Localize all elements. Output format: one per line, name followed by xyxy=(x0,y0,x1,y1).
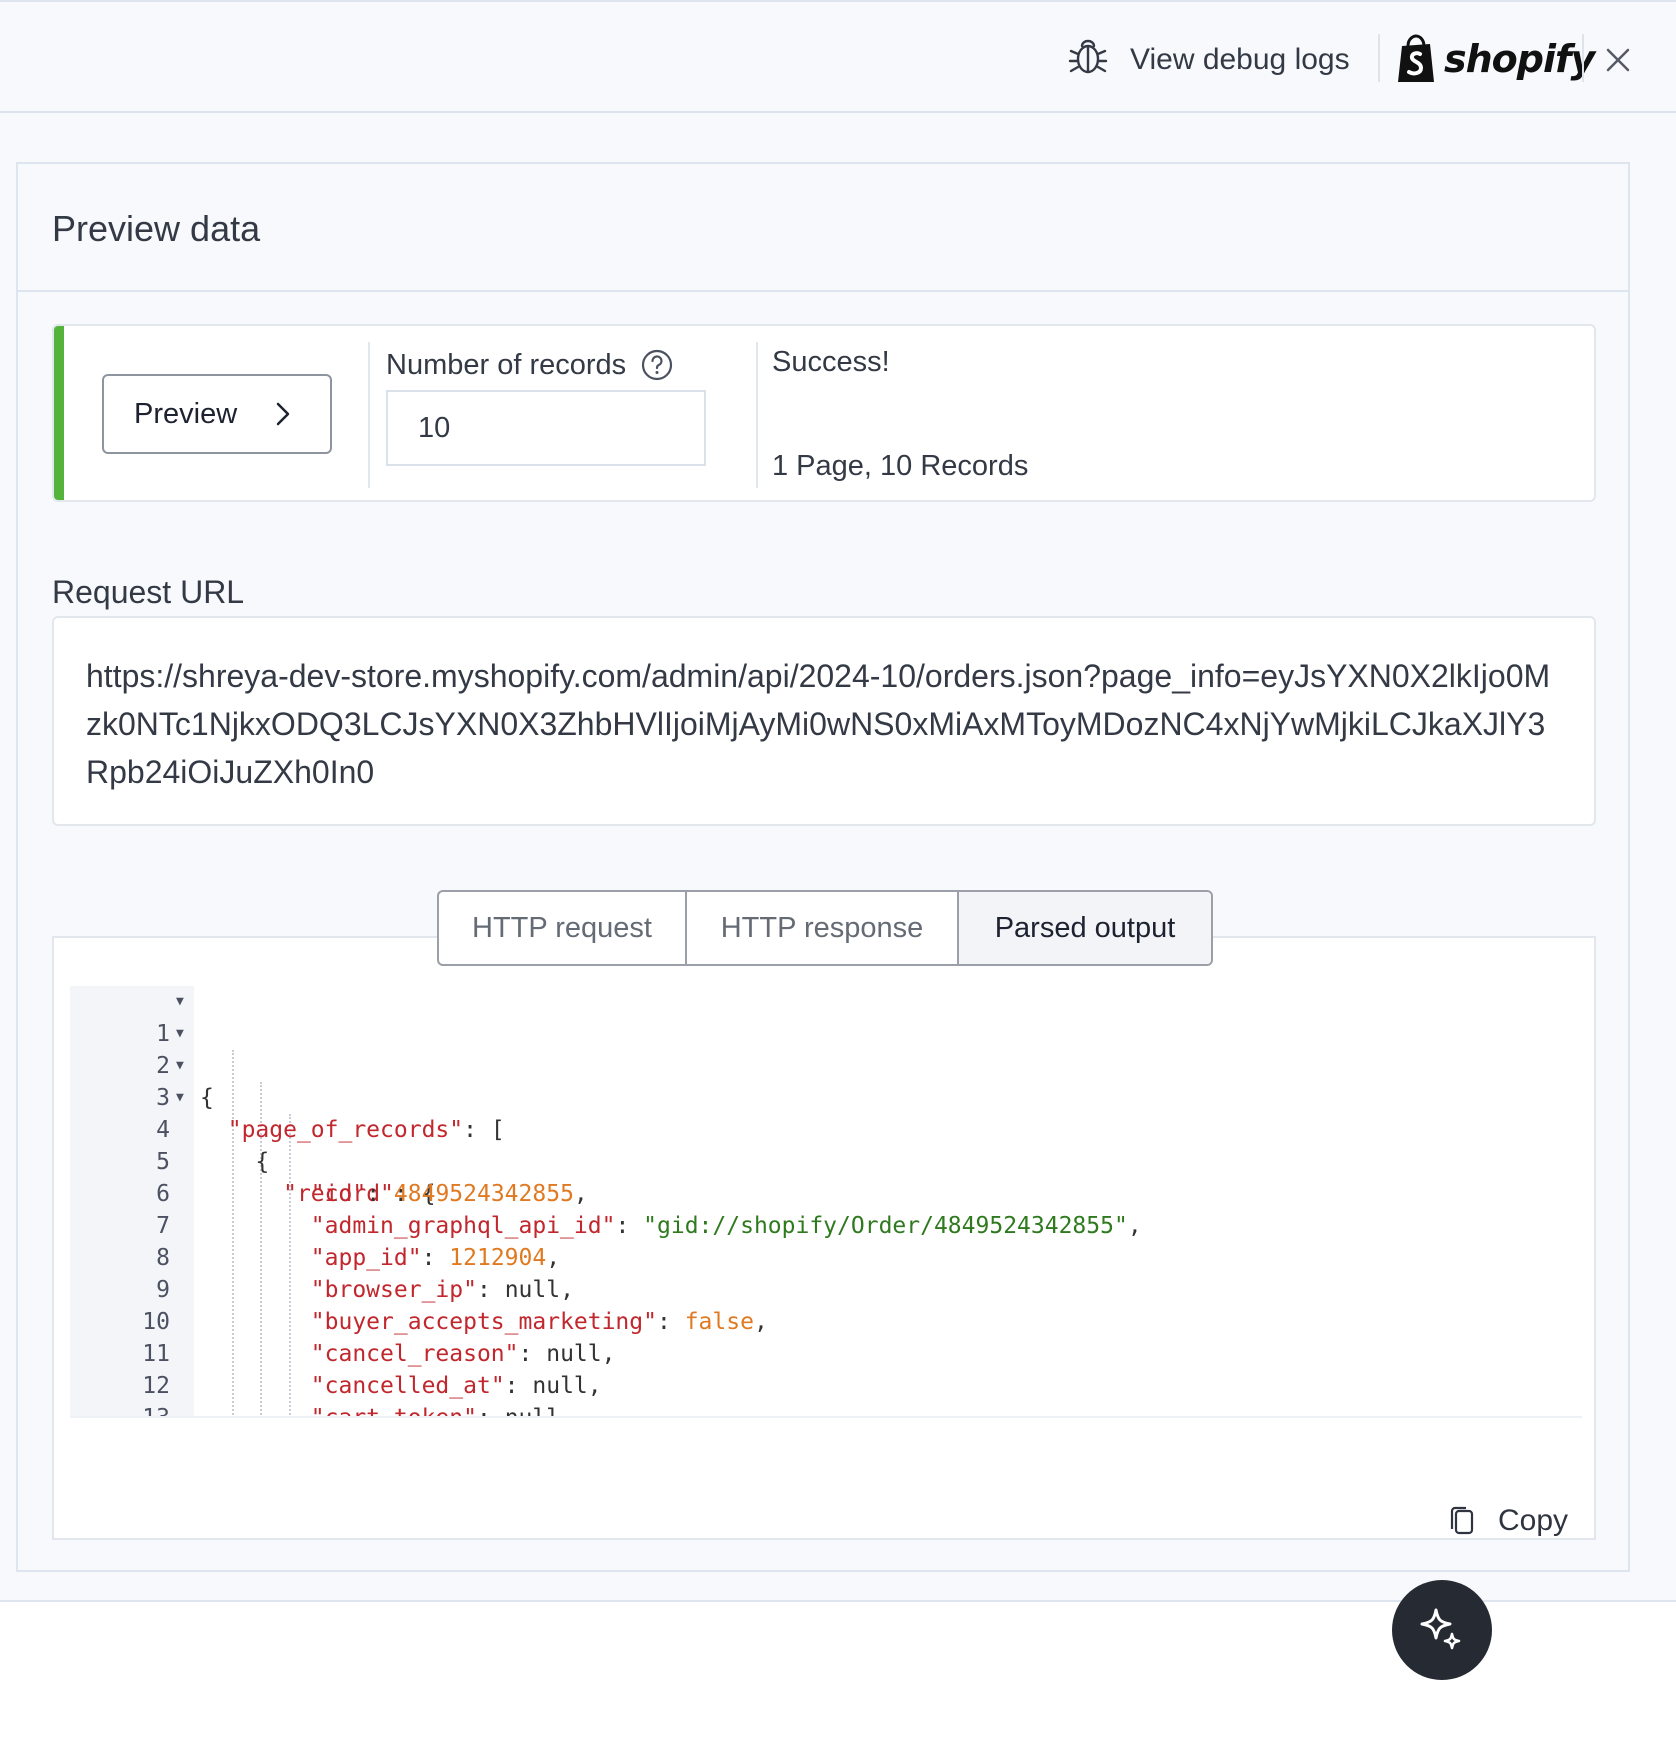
copy-button[interactable]: Copy xyxy=(1448,1504,1568,1538)
code-line: 3 ▼ { xyxy=(70,1050,1582,1175)
sparkle-icon xyxy=(1420,1608,1461,1650)
bug-icon xyxy=(1066,34,1110,86)
code-line: 2 ▼ "page_of_records": [ xyxy=(70,1018,1582,1143)
request-url-label: Request URL xyxy=(52,574,245,610)
success-indicator-bar xyxy=(54,326,64,500)
code-line: 6 "admin_graphql_api_id": "gid://shopify… xyxy=(156,1181,1142,1239)
code-line: 12 "cart_token": null, xyxy=(142,1373,574,1418)
code-line: 11 "cancelled_at": null, xyxy=(142,1341,602,1399)
output-tabs: HTTP request HTTP response Parsed output xyxy=(437,890,1213,966)
ai-assistant-button[interactable] xyxy=(1392,1580,1492,1680)
preview-button[interactable]: Preview xyxy=(102,374,332,454)
json-code-editor[interactable]: 1 ▼ { 2 ▼ "page_of_records": [ 3 ▼ { 4 ▼ xyxy=(70,986,1582,1418)
help-icon[interactable] xyxy=(640,348,674,382)
view-debug-logs-link[interactable]: View debug logs xyxy=(1066,38,1350,82)
copy-label: Copy xyxy=(1498,1504,1569,1537)
fold-arrow-icon[interactable]: ▼ xyxy=(176,1082,184,1114)
tab-http-response[interactable]: HTTP response xyxy=(687,892,959,964)
copy-icon xyxy=(1450,1506,1474,1535)
preview-button-label: Preview xyxy=(134,397,238,430)
code-line: 14 "checkout_token": null xyxy=(70,1402,1582,1416)
fold-arrow-icon[interactable]: ▼ xyxy=(176,1050,184,1082)
fold-arrow-icon[interactable]: ▼ xyxy=(176,1018,184,1050)
number-of-records-label: Number of records xyxy=(386,348,627,381)
tab-http-request[interactable]: HTTP request xyxy=(439,892,687,964)
divider xyxy=(1378,34,1380,82)
card-header: Preview data xyxy=(18,164,1628,292)
chevron-right-icon xyxy=(276,402,290,426)
close-icon xyxy=(1606,48,1630,72)
preview-panel: Preview Number of records Success! 1 Pag… xyxy=(52,324,1596,502)
code-line: 5 "id": 4849524342855, xyxy=(156,1149,588,1207)
close-button[interactable] xyxy=(1600,42,1636,78)
shopify-logo: shopify xyxy=(1394,32,1595,86)
preview-data-card: Preview data Preview Number of records S… xyxy=(16,162,1630,1572)
code-line: 10 "cancel_reason": null, xyxy=(142,1309,616,1367)
code-line: 13 "checkout_id": null, xyxy=(142,1405,170,1418)
tab-parsed-output[interactable]: Parsed output xyxy=(959,892,1211,964)
top-bar: View debug logs shopify xyxy=(0,0,1676,113)
status-summary: 1 Page, 10 Records xyxy=(772,450,1029,482)
code-line: 4 ▼ "record": { xyxy=(70,1082,1582,1207)
divider xyxy=(368,342,370,488)
request-url-box: https://shreya-dev-store.myshopify.com/a… xyxy=(52,616,1596,826)
fold-arrow-icon[interactable]: ▼ xyxy=(176,986,184,1018)
status-title: Success! xyxy=(772,346,890,378)
shopify-wordmark: shopify xyxy=(1444,37,1595,81)
code-line: 8 "browser_ip": null, xyxy=(156,1245,574,1303)
records-label-group: Number of records xyxy=(386,348,674,382)
shopify-bag-icon xyxy=(1398,34,1434,82)
divider xyxy=(1582,34,1584,82)
code-line: 9 "buyer_accepts_marketing": false, xyxy=(156,1277,768,1335)
parsed-output-panel: 1 ▼ { 2 ▼ "page_of_records": [ 3 ▼ { 4 ▼ xyxy=(52,936,1596,1540)
number-of-records-input[interactable] xyxy=(386,390,706,466)
code-line: 7 "app_id": 1212904, xyxy=(156,1213,561,1271)
divider xyxy=(756,342,758,488)
page-title: Preview data xyxy=(52,208,261,249)
code-line: 1 ▼ { xyxy=(70,986,1582,1111)
view-debug-logs-label: View debug logs xyxy=(1130,43,1350,76)
